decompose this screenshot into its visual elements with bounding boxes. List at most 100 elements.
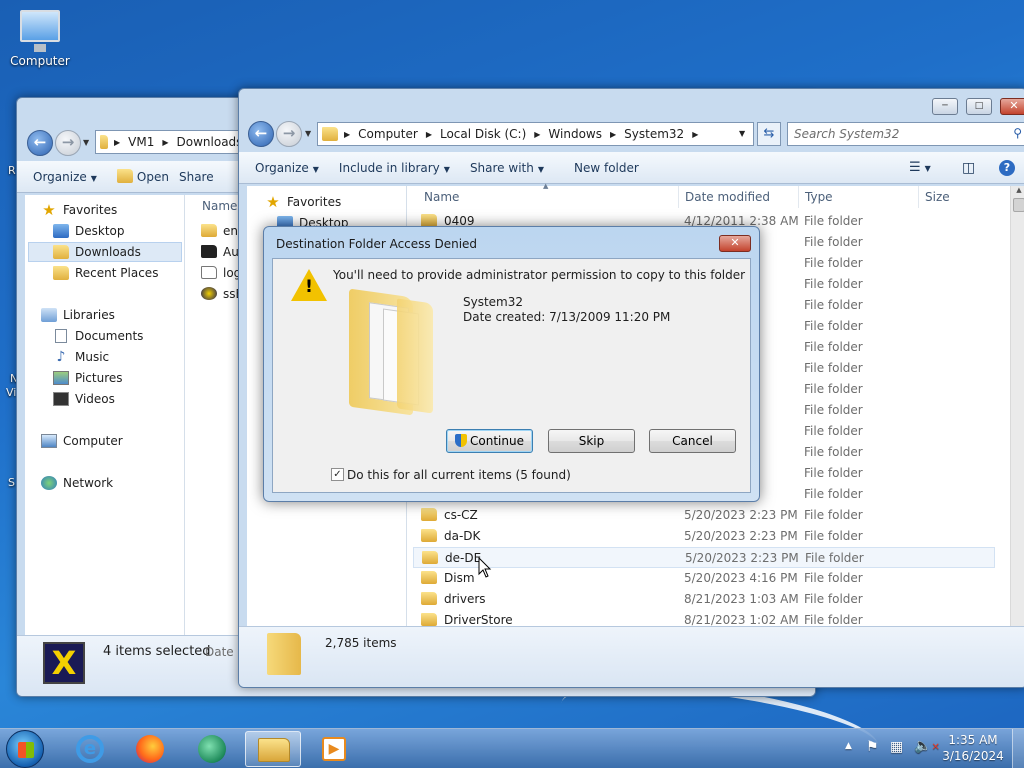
- skip-button[interactable]: Skip: [548, 429, 635, 453]
- nav-desktop[interactable]: Desktop: [53, 224, 125, 238]
- share-with-menu[interactable]: Share with ▼: [460, 161, 554, 175]
- help-icon[interactable]: ?: [989, 159, 1024, 176]
- taskbar-app-green[interactable]: [184, 731, 240, 767]
- refresh-icon[interactable]: ⇆: [757, 122, 781, 146]
- breadcrumb-vm1[interactable]: VM1: [124, 135, 158, 149]
- nav-music[interactable]: ♪ Music: [53, 349, 110, 365]
- computer-icon: [20, 10, 60, 52]
- address-dropdown-icon[interactable]: ▼: [739, 129, 745, 138]
- maximize-button[interactable]: □: [966, 98, 992, 115]
- nav-favorites[interactable]: ★ Favorites: [265, 193, 341, 211]
- nav-recent-label: Recent Places: [75, 266, 159, 280]
- apply-to-all-label[interactable]: Do this for all current items (5 found): [347, 468, 571, 482]
- media-player-icon: ▶: [322, 737, 346, 761]
- nav-pictures-label: Pictures: [75, 371, 123, 385]
- app-icon: [201, 245, 217, 258]
- close-button[interactable]: ✕: [1000, 98, 1024, 115]
- column-header-name[interactable]: Name: [202, 199, 237, 213]
- new-folder-button[interactable]: New folder: [554, 161, 649, 175]
- column-header-date-modified[interactable]: Date modified: [685, 190, 770, 204]
- table-row[interactable]: Dism 5/20/2023 4:16 PM File folder: [413, 568, 995, 589]
- folder-icon: [421, 613, 437, 626]
- taskbar-windows-explorer[interactable]: [245, 731, 301, 767]
- show-hidden-icons[interactable]: ▲: [845, 741, 852, 751]
- volume-muted-icon[interactable]: 🔈✕: [914, 738, 940, 754]
- show-desktop-button[interactable]: [1012, 729, 1024, 768]
- nav-downloads[interactable]: Downloads: [28, 242, 182, 262]
- taskbar-media-player[interactable]: ▶: [306, 731, 362, 767]
- view-options-icon[interactable]: ☰ ▼: [899, 160, 941, 175]
- breadcrumb-downloads[interactable]: Downloads: [173, 135, 244, 149]
- table-row[interactable]: da-DK 5/20/2023 2:23 PM File folder: [413, 526, 995, 547]
- organize-menu[interactable]: Organize ▼: [239, 161, 329, 175]
- preview-pane-icon[interactable]: ◫: [952, 160, 985, 176]
- table-row[interactable]: drivers 8/21/2023 1:03 AM File folder: [413, 589, 995, 610]
- nav-pictures[interactable]: Pictures: [53, 371, 123, 385]
- music-note-icon: ♪: [56, 349, 66, 365]
- desktop-edge-letter: R: [8, 164, 16, 177]
- share-menu[interactable]: Share: [179, 170, 224, 184]
- computer-desktop-icon[interactable]: Computer: [8, 8, 72, 68]
- scroll-up-icon[interactable]: ▲: [1011, 186, 1024, 194]
- clock[interactable]: 1:35 AM 3/16/2024: [940, 733, 1006, 763]
- address-bar[interactable]: ▶ Computer ▶ Local Disk (C:) ▶ Windows ▶…: [317, 122, 754, 146]
- column-header-size[interactable]: Size: [925, 190, 950, 204]
- address-bar[interactable]: ▶ VM1 ▶ Downloads: [95, 130, 245, 154]
- column-header-name[interactable]: Name: [424, 190, 459, 204]
- forward-button[interactable]: →: [276, 121, 302, 147]
- row-type: File folder: [804, 298, 863, 312]
- network-status-icon[interactable]: ▦: [890, 739, 903, 755]
- row-type: File folder: [804, 214, 863, 228]
- recent-pages-icon[interactable]: ▼: [305, 129, 311, 138]
- list-item[interactable]: en-: [197, 221, 242, 242]
- column-header-type[interactable]: Type: [805, 190, 833, 204]
- minimize-button[interactable]: ─: [932, 98, 958, 115]
- star-icon: ★: [266, 193, 280, 211]
- breadcrumb-system32[interactable]: System32: [620, 127, 688, 141]
- selected-file-thumbnail-icon: X: [43, 642, 85, 684]
- action-center-flag-icon[interactable]: ⚑: [866, 739, 879, 755]
- taskbar-internet-explorer[interactable]: e: [62, 731, 118, 767]
- continue-button[interactable]: Continue: [446, 429, 533, 453]
- videos-icon: [53, 392, 69, 406]
- windows-logo-icon: [18, 742, 34, 758]
- table-row[interactable]: cs-CZ 5/20/2023 2:23 PM File folder: [413, 505, 995, 526]
- recent-pages-icon[interactable]: ▼: [83, 138, 89, 147]
- list-item[interactable]: ssB: [197, 284, 244, 305]
- include-in-library-menu[interactable]: Include in library ▼: [329, 161, 460, 175]
- organize-menu[interactable]: Organize ▼: [17, 170, 107, 184]
- list-item[interactable]: log: [197, 263, 241, 284]
- forward-button[interactable]: →: [55, 130, 81, 156]
- breadcrumb-windows[interactable]: Windows: [544, 127, 606, 141]
- breadcrumb-computer[interactable]: Computer: [354, 127, 422, 141]
- folder-icon: [421, 529, 437, 542]
- dialog-close-button[interactable]: ✕: [719, 235, 751, 252]
- table-row[interactable]: de-DE 5/20/2023 2:23 PM File folder: [413, 547, 995, 568]
- list-item[interactable]: Au: [197, 242, 241, 263]
- nav-network[interactable]: Network: [41, 476, 113, 490]
- back-button[interactable]: ←: [248, 121, 274, 147]
- scrollbar-thumb[interactable]: [1013, 198, 1024, 212]
- search-input[interactable]: Search System32 ⚲: [787, 122, 1024, 146]
- nav-computer[interactable]: Computer: [41, 434, 123, 448]
- breadcrumb-local-disk[interactable]: Local Disk (C:): [436, 127, 530, 141]
- cancel-button[interactable]: Cancel: [649, 429, 736, 453]
- downloads-file-list: Name en- Au log ssB: [185, 195, 244, 635]
- folder-icon: [322, 127, 338, 141]
- row-type: File folder: [804, 487, 863, 501]
- taskbar-firefox[interactable]: [122, 731, 178, 767]
- start-button[interactable]: [6, 730, 44, 768]
- nav-documents[interactable]: Documents: [53, 329, 143, 343]
- nav-videos[interactable]: Videos: [53, 392, 115, 406]
- nav-favorites[interactable]: ★ Favorites: [41, 203, 117, 218]
- vertical-scrollbar[interactable]: ▲: [1010, 186, 1024, 626]
- open-button[interactable]: Open: [107, 169, 179, 184]
- downloads-toolbar: Organize ▼ Open Share: [17, 161, 241, 193]
- nav-documents-label: Documents: [75, 329, 144, 343]
- row-date-modified: 5/20/2023 4:16 PM: [684, 571, 798, 585]
- back-button[interactable]: ←: [27, 130, 53, 156]
- apply-to-all-checkbox[interactable]: ✓: [331, 468, 344, 481]
- search-icon: ⚲: [1013, 126, 1022, 140]
- nav-libraries[interactable]: Libraries: [41, 308, 115, 322]
- nav-recent-places[interactable]: Recent Places: [53, 266, 158, 280]
